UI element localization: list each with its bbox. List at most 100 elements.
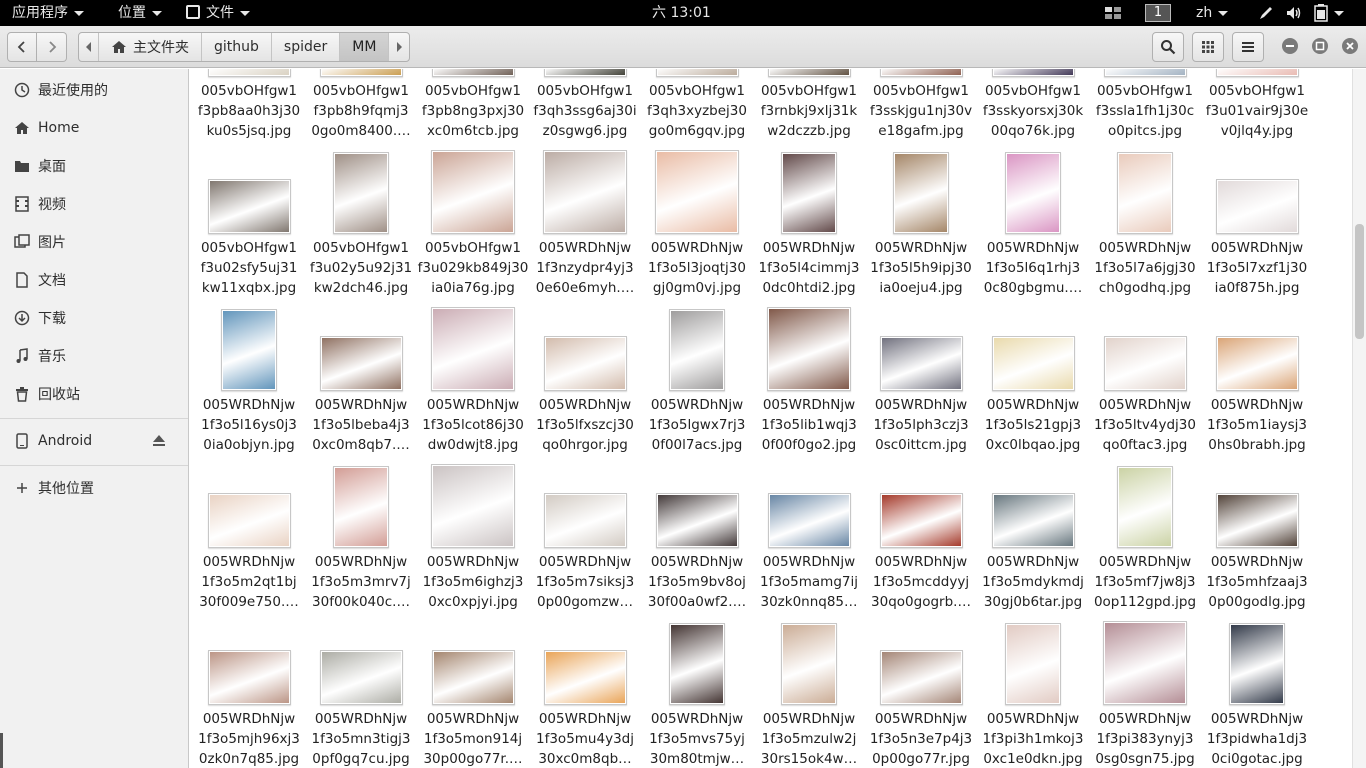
file-item[interactable]: 005vbOHfgw1 f3u02sfy5uj31 kw11xqbx.jpg [193,150,305,307]
file-item[interactable]: 005vbOHfgw1 f3ssla1fh1j30c o0pitcs.jpg [1089,69,1201,150]
file-item[interactable]: 005WRDhNjw 1f3o5m9bv8oj 30f00a0wf2.… [641,464,753,621]
thumbnail-area [865,464,977,548]
file-item[interactable]: 005WRDhNjw 1f3o5lbeba4j3 0xc0m8qb7.… [305,307,417,464]
file-item[interactable]: 005WRDhNjw 1f3o5mcddyyj 30qo0gogrb.… [865,464,977,621]
file-item[interactable]: 005WRDhNjw 1f3o5l16ys0j3 0ia0objyn.jpg [193,307,305,464]
pen-icon[interactable] [1258,0,1274,26]
sidebar-resize-handle[interactable] [0,733,3,768]
applications-label: 应用程序 [12,5,68,21]
file-item[interactable]: 005vbOHfgw1 f3u01vair9j30e v0jlq4y.jpg [1201,69,1313,150]
file-name-line: 1f3o5mzulw2j [761,731,857,747]
file-item[interactable]: 005WRDhNjw 1f3o5m2qt1bj 30f009e750.… [193,464,305,621]
sidebar-item-other-locations[interactable]: 其他位置 [0,471,188,505]
file-item[interactable]: 005vbOHfgw1 f3pb8ng3pxj30 xc0m6tcb.jpg [417,69,529,150]
file-name-line: ku0s5jsq.jpg [206,123,292,139]
file-item[interactable]: 005WRDhNjw 1f3o5mzulw2j 30rs15ok4w… [753,621,865,768]
file-item[interactable]: 005WRDhNjw 1f3pi3h1mkoj3 0xc1e0dkn.jpg [977,621,1089,768]
sidebar-item-music[interactable]: 音乐 [0,339,188,373]
file-name-line: 005WRDhNjw [874,240,968,256]
file-item[interactable]: 005WRDhNjw 1f3o5l3joqtj30 gj0gm0vj.jpg [641,150,753,307]
path-scroll-right-button[interactable] [389,33,409,61]
file-item[interactable]: 005vbOHfgw1 f3sskjgu1nj30v e18gafm.jpg [865,69,977,150]
file-item[interactable]: 005WRDhNjw 1f3o5l7a6jgj30 ch0godhq.jpg [1089,150,1201,307]
thumbnail-area [977,69,1089,77]
scrollbar-thumb[interactable] [1355,224,1364,339]
file-item[interactable]: 005WRDhNjw 1f3pidwha1dj3 0ci0gotac.jpg [1201,621,1313,768]
file-item[interactable]: 005vbOHfgw1 f3sskyorsxj30k 00qo76k.jpg [977,69,1089,150]
vertical-scrollbar[interactable] [1352,69,1366,768]
file-item[interactable]: 005WRDhNjw 1f3o5mhfzaaj3 0p00godlg.jpg [1201,464,1313,621]
sidebar-item-documents[interactable]: 文档 [0,263,188,297]
sidebar-item-android[interactable]: Android [0,424,188,458]
file-name-line: f3rnbkj9xlj31k [760,103,858,119]
file-item[interactable]: 005vbOHfgw1 f3qh3xyzbej30 go0m6gqv.jpg [641,69,753,150]
file-item[interactable]: 005WRDhNjw 1f3o5lfxszcj30 qo0hrgor.jpg [529,307,641,464]
workspace-indicator[interactable]: 1 [1145,0,1171,26]
file-item[interactable]: 005WRDhNjw 1f3o5m6ighzj3 0xc0xpjyi.jpg [417,464,529,621]
image-thumbnail [1103,336,1187,391]
places-menu[interactable]: 位置 [118,0,162,26]
file-item[interactable]: 005WRDhNjw 1f3o5lcot86j30 dw0dwjt8.jpg [417,307,529,464]
file-item[interactable]: 005WRDhNjw 1f3o5ls21gpj3 0xc0lbqao.jpg [977,307,1089,464]
sidebar-item-recent[interactable]: 最近使用的 [0,73,188,107]
file-item[interactable]: 005WRDhNjw 1f3o5lgwx7rj3 0f00l7acs.jpg [641,307,753,464]
file-item[interactable]: 005WRDhNjw 1f3o5mdykmdj 30gj0b6tar.jpg [977,464,1089,621]
sidebar-item-desktop[interactable]: 桌面 [0,149,188,183]
path-segment-mm[interactable]: MM [340,33,390,61]
file-item[interactable]: 005WRDhNjw 1f3o5mvs75yj 30m80tmjw… [641,621,753,768]
input-method-menu[interactable]: zh [1196,0,1229,26]
sidebar-item-downloads[interactable]: 下载 [0,301,188,335]
file-item[interactable]: 005WRDhNjw 1f3o5lph3czj3 0sc0ittcm.jpg [865,307,977,464]
path-segment-github[interactable]: github [202,33,272,61]
file-item[interactable]: 005WRDhNjw 1f3o5mon914j 30p00go77r.… [417,621,529,768]
back-button[interactable] [7,32,37,62]
file-item[interactable]: 005WRDhNjw 1f3o5m7siksj3 0p00gomzw… [529,464,641,621]
clock[interactable]: 六 13:01 [652,0,711,26]
file-name-line: 1f3o5lgwx7rj3 [648,417,746,433]
file-item[interactable]: 005WRDhNjw 1f3o5mf7jw8j3 0op112gpd.jpg [1089,464,1201,621]
workspace-switcher-icon[interactable] [1104,0,1122,26]
volume-icon[interactable] [1285,0,1303,26]
forward-button[interactable] [37,32,67,62]
file-item[interactable]: 005WRDhNjw 1f3o5l6q1rhj3 0c80gbgmu.… [977,150,1089,307]
file-item[interactable]: 005WRDhNjw 1f3o5m3mrv7j 30f00k040c.… [305,464,417,621]
file-name-line: 1f3pidwha1dj3 [1206,731,1308,747]
path-segment-spider[interactable]: spider [272,33,341,61]
sidebar-item-pictures[interactable]: 图片 [0,225,188,259]
sidebar-item-home[interactable]: Home [0,111,188,145]
applications-menu[interactable]: 应用程序 [12,0,84,26]
maximize-button[interactable] [1312,38,1328,54]
file-item[interactable]: 005vbOHfgw1 f3qh3ssg6aj30i z0sgwg6.jpg [529,69,641,150]
file-item[interactable]: 005WRDhNjw 1f3pi383ynyj3 0sg0sgn75.jpg [1089,621,1201,768]
minimize-button[interactable] [1282,38,1298,54]
sidebar-item-trash[interactable]: 回收站 [0,377,188,411]
file-item[interactable]: 005WRDhNjw 1f3o5mn3tigj3 0pf0gq7cu.jpg [305,621,417,768]
path-segment-home[interactable]: 主文件夹 [99,33,202,61]
menu-button[interactable] [1232,32,1264,62]
file-item[interactable]: 005WRDhNjw 1f3o5n3e7p4j3 0p00go77r.jpg [865,621,977,768]
file-item[interactable]: 005WRDhNjw 1f3nzydpr4yj3 0e60e6myh.… [529,150,641,307]
file-item[interactable]: 005WRDhNjw 1f3o5mu4y3dj 30xc0m8qb… [529,621,641,768]
file-item[interactable]: 005WRDhNjw 1f3o5l7xzf1j30 ia0f875h.jpg [1201,150,1313,307]
file-item[interactable]: 005vbOHfgw1 f3rnbkj9xlj31k w2dczzb.jpg [753,69,865,150]
file-item[interactable]: 005WRDhNjw 1f3o5mjh96xj3 0zk0n7q85.jpg [193,621,305,768]
file-item[interactable]: 005vbOHfgw1 f3u02y5u92j31 kw2dch46.jpg [305,150,417,307]
file-item[interactable]: 005WRDhNjw 1f3o5mamg7ij 30zk0nnq85… [753,464,865,621]
sidebar-item-videos[interactable]: 视频 [0,187,188,221]
file-item[interactable]: 005WRDhNjw 1f3o5lib1wqj3 0f00f0go2.jpg [753,307,865,464]
file-item[interactable]: 005vbOHfgw1 f3u029kb849j30 ia0ia76g.jpg [417,150,529,307]
eject-icon[interactable] [152,433,166,451]
file-item[interactable]: 005vbOHfgw1 f3pb8aa0h3j30 ku0s5jsq.jpg [193,69,305,150]
file-name-line: 0zk0n7q85.jpg [198,751,300,767]
search-button[interactable] [1152,32,1184,62]
battery-icon[interactable] [1314,0,1344,26]
path-scroll-left-button[interactable] [79,33,99,61]
file-item[interactable]: 005vbOHfgw1 f3pb8h9fqmj3 0go0m8400.… [305,69,417,150]
close-button[interactable] [1342,38,1358,54]
file-item[interactable]: 005WRDhNjw 1f3o5m1iaysj3 0hs0brabh.jpg [1201,307,1313,464]
file-item[interactable]: 005WRDhNjw 1f3o5l5h9ipj30 ia0oeju4.jpg [865,150,977,307]
file-item[interactable]: 005WRDhNjw 1f3o5l4cimmj3 0dc0htdi2.jpg [753,150,865,307]
files-app-menu[interactable]: 文件 [186,0,250,26]
file-item[interactable]: 005WRDhNjw 1f3o5ltv4ydj30 qo0ftac3.jpg [1089,307,1201,464]
view-mode-button[interactable] [1192,32,1224,62]
